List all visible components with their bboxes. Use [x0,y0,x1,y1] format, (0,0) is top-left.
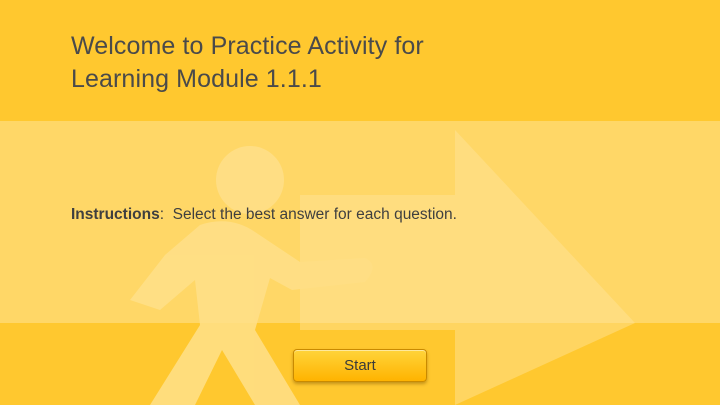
activity-slide: Welcome to Practice Activity for Learnin… [0,0,720,405]
title-line-2: Learning Module 1.1.1 [71,65,322,93]
start-button-label: Start [344,357,376,374]
instructions-separator: : [159,206,165,223]
instructions-text: Instructions: Select the best answer for… [71,205,457,225]
instructions-body: Select the best answer for each question… [172,206,457,223]
start-button[interactable]: Start [293,349,427,382]
title-line-1: Welcome to Practice Activity for [71,32,424,60]
page-title: Welcome to Practice Activity for Learnin… [71,30,424,96]
instructions-label: Instructions [71,206,160,223]
